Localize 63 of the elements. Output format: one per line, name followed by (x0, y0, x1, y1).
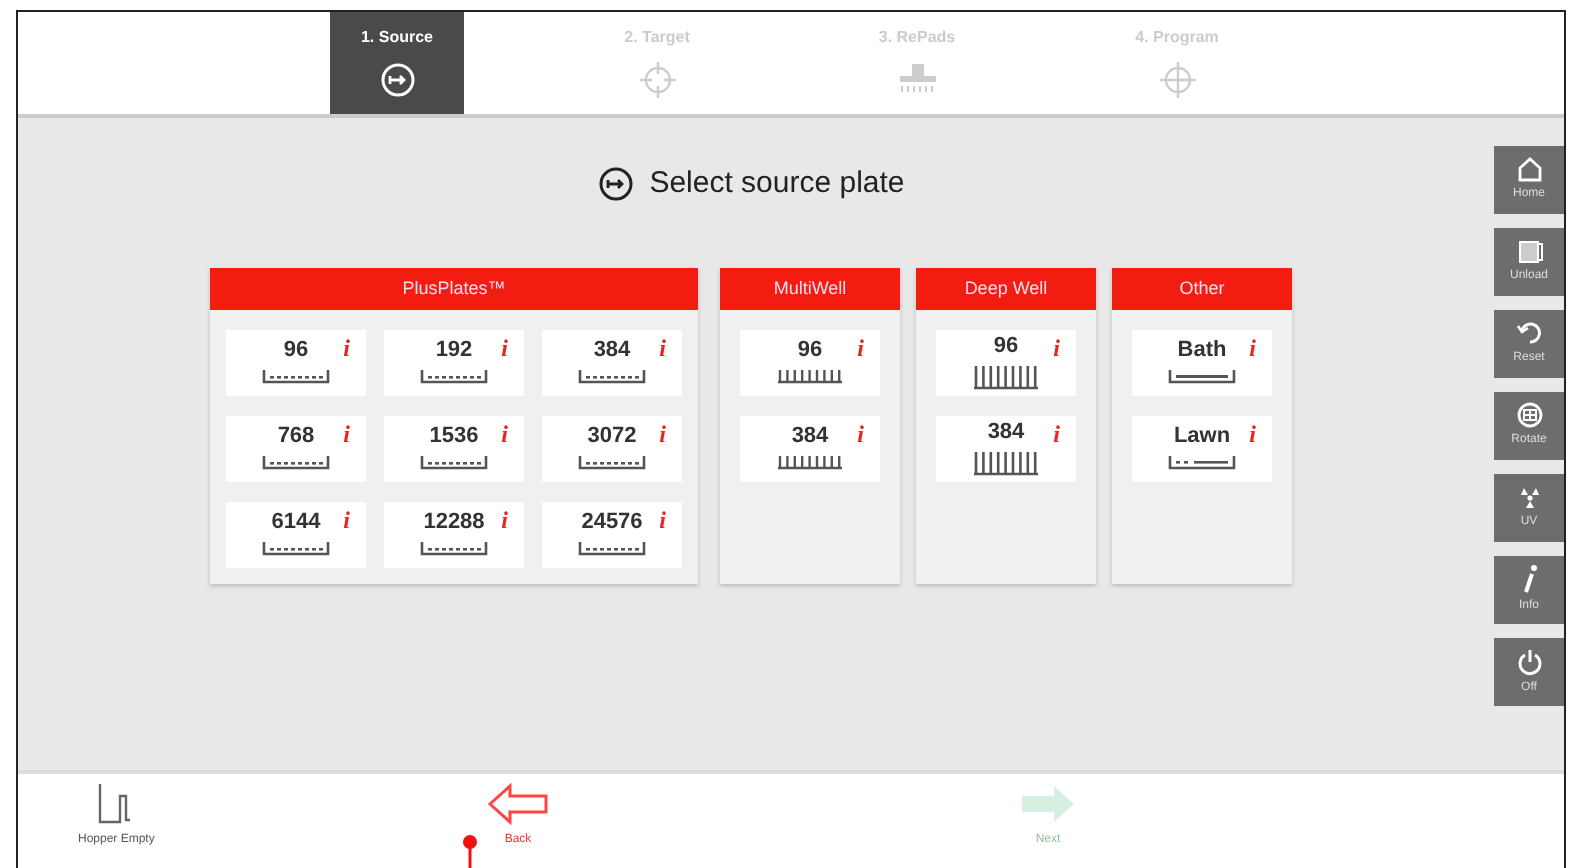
plate-icon (578, 538, 646, 556)
plate-tile[interactable]: 96 i (226, 329, 366, 395)
plate-tile[interactable]: 768 i (226, 415, 366, 481)
crosshair-icon (1159, 62, 1195, 98)
pin-marker-icon (462, 834, 478, 868)
info-link[interactable]: i (659, 335, 666, 359)
well-plate-icon (776, 366, 844, 384)
stamp-icon (897, 62, 937, 94)
info-link[interactable]: i (659, 507, 666, 531)
bath-plate-icon (1168, 366, 1236, 384)
group-header: MultiWell (720, 267, 900, 309)
crosshair-icon (639, 62, 675, 98)
radiation-icon (1515, 484, 1543, 510)
plate-tile[interactable]: 3072 i (542, 415, 682, 481)
info-link[interactable]: i (857, 421, 864, 445)
plate-icon (420, 538, 488, 556)
plate-tile[interactable]: 24576 i (542, 501, 682, 567)
info-link[interactable]: i (501, 335, 508, 359)
info-link[interactable]: i (1053, 335, 1060, 359)
page-title: Select source plate (649, 164, 905, 204)
plate-tile[interactable]: 96 i (936, 329, 1076, 395)
plate-icon (578, 452, 646, 470)
step-tab[interactable]: 1. Source (330, 12, 464, 114)
group-header: Deep Well (916, 267, 1096, 309)
next-arrow-icon (1018, 782, 1078, 826)
plate-icon (420, 366, 488, 384)
info-link[interactable]: i (501, 421, 508, 445)
back-arrow-icon (486, 782, 550, 826)
info-link[interactable]: i (857, 335, 864, 359)
reset-icon (1515, 320, 1543, 346)
well-plate-icon (776, 452, 844, 470)
info-link[interactable]: i (659, 421, 666, 445)
group-header: Other (1112, 267, 1292, 309)
info-link[interactable]: i (1249, 421, 1256, 445)
plate-tile[interactable]: 384 i (740, 415, 880, 481)
plate-tile[interactable]: 12288 i (384, 501, 524, 567)
plate-tile[interactable]: 384 i (542, 329, 682, 395)
plate-tile[interactable]: Lawn i (1132, 415, 1272, 481)
home-icon (1515, 156, 1543, 182)
plate-icon (578, 366, 646, 384)
info-link[interactable]: i (343, 421, 350, 445)
info-link[interactable]: i (343, 335, 350, 359)
power-icon (1515, 647, 1543, 675)
plate-stack-icon (1515, 238, 1543, 264)
info-link[interactable]: i (1053, 421, 1060, 445)
lawn-plate-icon (1168, 452, 1236, 470)
plate-tile[interactable]: 96 i (740, 329, 880, 395)
info-link[interactable]: i (501, 507, 508, 531)
info-link[interactable]: i (1249, 335, 1256, 359)
plate-icon (262, 452, 330, 470)
plate-tile[interactable]: Bath i (1132, 329, 1272, 395)
deep-well-plate-icon (972, 447, 1040, 475)
plate-icon (262, 366, 330, 384)
plate-icon (262, 538, 330, 556)
plate-tile[interactable]: 384 i (936, 415, 1076, 481)
plate-tile[interactable]: 1536 i (384, 415, 524, 481)
deep-well-plate-icon (972, 361, 1040, 389)
info-link[interactable]: i (343, 507, 350, 531)
group-header: PlusPlates™ (210, 267, 698, 309)
rotate-icon (1515, 402, 1543, 428)
plate-tile[interactable]: 6144 i (226, 501, 366, 567)
plate-tile[interactable]: 192 i (384, 329, 524, 395)
plate-icon (420, 452, 488, 470)
